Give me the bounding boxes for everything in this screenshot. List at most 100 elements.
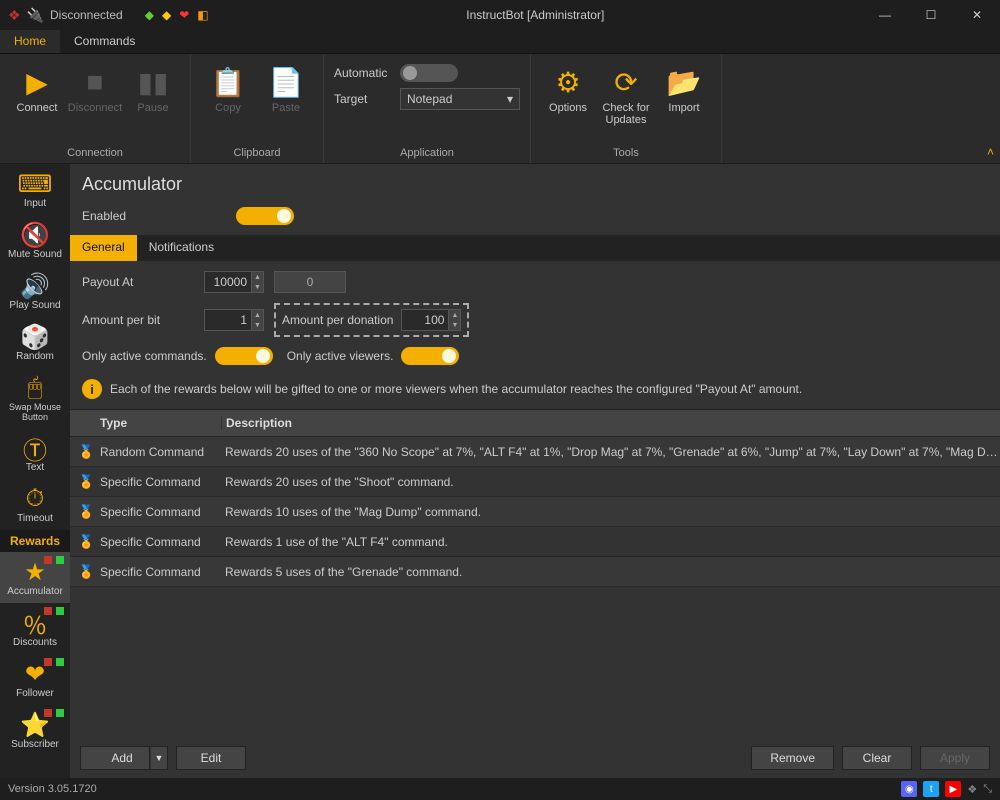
sidebar-item-swap-mouse[interactable]: 🖱Swap Mouse Button	[0, 368, 70, 428]
group-tools: Tools	[541, 145, 711, 161]
status-expand-icon[interactable]: ⤡	[983, 783, 992, 796]
sub-tabs: General Notifications	[70, 235, 1000, 261]
options-button[interactable]: ⚙Options	[541, 60, 595, 114]
table-row[interactable]: 🏅Specific CommandRewards 10 uses of the …	[70, 497, 1000, 527]
mouse-icon: 🖱	[28, 374, 42, 402]
dice-icon: 🎲	[20, 323, 50, 351]
edit-button[interactable]: Edit	[176, 746, 246, 770]
sidebar-section-rewards: Rewards	[0, 530, 70, 552]
group-application: Application	[334, 145, 520, 161]
tab-home[interactable]: Home	[0, 30, 60, 53]
stop-icon: ■	[87, 62, 104, 102]
amount-per-bit-spinner[interactable]: ▲▼	[251, 310, 263, 330]
version-text: Version 3.05.1720	[8, 783, 97, 795]
sidebar-item-text[interactable]: ⓉText	[0, 428, 70, 479]
table-row[interactable]: 🏅Specific CommandRewards 1 use of the "A…	[70, 527, 1000, 557]
sidebar-item-discounts[interactable]: ％Discounts	[0, 603, 70, 654]
enabled-label: Enabled	[82, 209, 126, 223]
minimize-button[interactable]: —	[862, 0, 908, 30]
highlighted-field: Amount per donation ▲▼	[274, 303, 469, 337]
play-icon: ▶	[26, 62, 48, 102]
subtab-general[interactable]: General	[70, 235, 137, 261]
automatic-toggle[interactable]	[400, 64, 458, 82]
automatic-label: Automatic	[334, 66, 392, 80]
connect-button[interactable]: ▶Connect	[10, 60, 64, 114]
sidebar-item-random[interactable]: 🎲Random	[0, 317, 70, 368]
plug-icon: 🔌	[27, 7, 44, 24]
service-icon-2[interactable]: ◆	[162, 8, 171, 22]
sidebar-item-timeout[interactable]: ⏱Timeout	[0, 479, 70, 530]
mute-icon: 🔇	[20, 221, 50, 249]
connection-status: Disconnected	[50, 8, 123, 22]
title-bar: ❖ 🔌 Disconnected ◆ ◆ ❤ ◧ InstructBot [Ad…	[0, 0, 1000, 30]
sidebar-item-input[interactable]: ⌨Input	[0, 164, 70, 215]
copy-icon: 📋	[211, 62, 246, 102]
cell-description: Rewards 5 uses of the "Grenade" command.	[221, 565, 1000, 579]
maximize-button[interactable]: ☐	[908, 0, 954, 30]
payout-secondary-display: 0	[274, 271, 346, 293]
sidebar-item-play-sound[interactable]: 🔊Play Sound	[0, 266, 70, 317]
only-active-viewers-toggle[interactable]	[401, 347, 459, 365]
twitter-icon[interactable]: t	[923, 781, 939, 797]
discord-icon[interactable]: ◉	[901, 781, 917, 797]
main-tabs: Home Commands	[0, 30, 1000, 54]
only-active-commands-label: Only active commands.	[82, 349, 207, 363]
reward-icon: 🏅	[78, 474, 96, 490]
rewards-table: Type Description 🏅Random CommandRewards …	[70, 409, 1000, 738]
reward-icon: 🏅	[78, 534, 96, 550]
apply-button: Apply	[920, 746, 990, 770]
cell-description: Rewards 20 uses of the "Shoot" command.	[221, 475, 1000, 489]
status-bar: Version 3.05.1720 ◉ t ▶ ❖ ⤡	[0, 778, 1000, 800]
table-header: Type Description	[70, 409, 1000, 437]
sidebar-item-mute-sound[interactable]: 🔇Mute Sound	[0, 215, 70, 266]
col-description[interactable]: Description	[221, 416, 1000, 430]
table-row[interactable]: 🏅Specific CommandRewards 5 uses of the "…	[70, 557, 1000, 587]
import-button[interactable]: 📂Import	[657, 60, 711, 114]
tab-commands[interactable]: Commands	[60, 30, 149, 53]
add-button[interactable]: Add	[80, 746, 150, 770]
enabled-toggle[interactable]	[236, 207, 294, 225]
reward-icon: 🏅	[78, 564, 96, 580]
reward-icon: 🏅	[78, 444, 96, 460]
only-active-commands-toggle[interactable]	[215, 347, 273, 365]
cell-type: Specific Command	[96, 475, 221, 489]
cell-description: Rewards 10 uses of the "Mag Dump" comman…	[221, 505, 1000, 519]
close-button[interactable]: ✕	[954, 0, 1000, 30]
target-dropdown[interactable]: Notepad▾	[400, 88, 520, 110]
service-icon-3[interactable]: ❤	[179, 8, 189, 22]
sidebar-item-follower[interactable]: ❤Follower	[0, 654, 70, 705]
sidebar-item-accumulator[interactable]: ★Accumulator	[0, 552, 70, 603]
service-icon-1[interactable]: ◆	[145, 8, 154, 22]
youtube-icon[interactable]: ▶	[945, 781, 961, 797]
add-dropdown-button[interactable]: ▼	[150, 746, 168, 770]
star-icon: ★	[24, 558, 46, 586]
table-row[interactable]: 🏅Specific CommandRewards 20 uses of the …	[70, 467, 1000, 497]
group-clipboard: Clipboard	[201, 145, 313, 161]
clear-button[interactable]: Clear	[842, 746, 912, 770]
remove-button[interactable]: Remove	[751, 746, 834, 770]
group-connection: Connection	[10, 145, 180, 161]
subtab-notifications[interactable]: Notifications	[137, 235, 226, 261]
sidebar-item-subscriber[interactable]: ⭐Subscriber	[0, 705, 70, 756]
payout-at-spinner[interactable]: ▲▼	[251, 272, 263, 292]
status-extra-icon[interactable]: ❖	[967, 783, 977, 796]
cell-type: Specific Command	[96, 565, 221, 579]
info-icon: i	[82, 379, 102, 399]
table-row[interactable]: 🏅Random CommandRewards 20 uses of the "3…	[70, 437, 1000, 467]
info-text: Each of the rewards below will be gifted…	[110, 382, 802, 396]
clock-icon: ⏱	[26, 485, 45, 513]
service-icon-4[interactable]: ◧	[197, 8, 208, 22]
cell-type: Random Command	[96, 445, 221, 459]
ribbon-collapse-button[interactable]: ˄	[987, 145, 994, 159]
text-icon: Ⓣ	[23, 434, 47, 462]
cell-type: Specific Command	[96, 505, 221, 519]
page-title: Accumulator	[70, 164, 1000, 203]
check-updates-button[interactable]: ⟳Check for Updates	[599, 60, 653, 126]
col-type[interactable]: Type	[96, 416, 221, 430]
amount-per-donation-spinner[interactable]: ▲▼	[448, 310, 460, 330]
pause-icon: ▮▮	[138, 62, 169, 102]
copy-button: 📋Copy	[201, 60, 255, 114]
chevron-down-icon: ▾	[507, 92, 513, 106]
gear-icon: ⚙	[555, 62, 580, 102]
sidebar: ⌨Input 🔇Mute Sound 🔊Play Sound 🎲Random 🖱…	[0, 164, 70, 778]
